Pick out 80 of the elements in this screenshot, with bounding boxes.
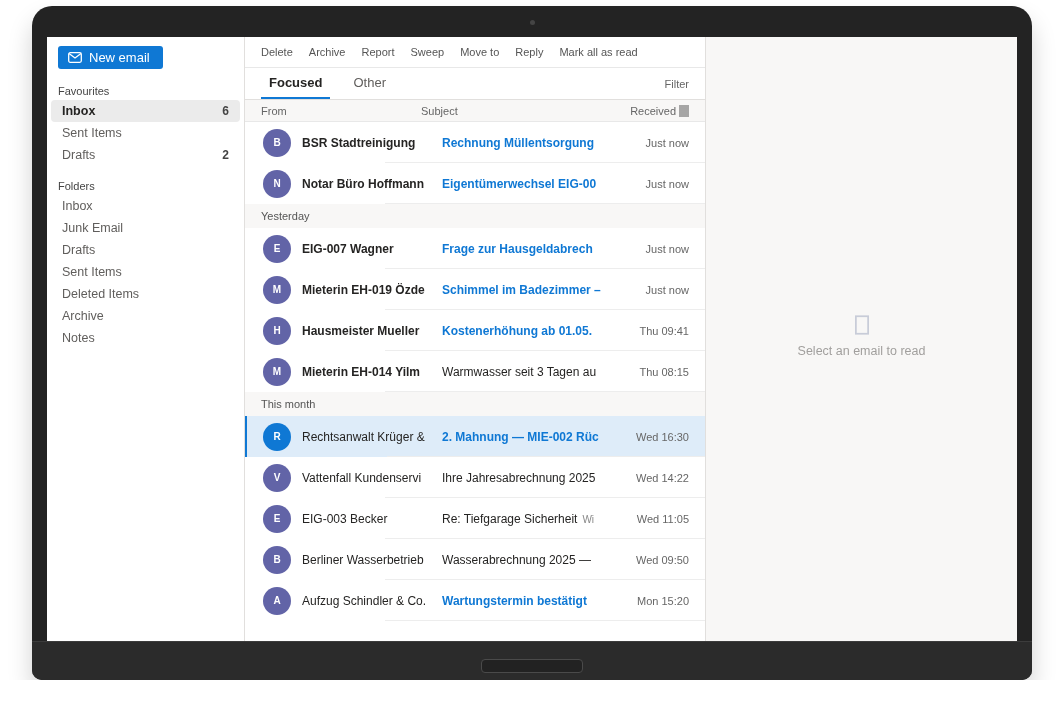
sender-name: Aufzug Schindler & Co. [302, 593, 428, 608]
received-time: Just now [645, 283, 689, 296]
avatar: H [263, 316, 291, 345]
preview-text: Wi [582, 513, 595, 525]
subject-text: Warmwasser seit 3 Tagen au [442, 364, 597, 379]
avatar: E [263, 504, 291, 533]
subject-text: Wasserabrechnung 2025 — [442, 552, 591, 567]
unread-count: 2 [222, 148, 229, 162]
avatar: M [263, 357, 291, 386]
document-icon [854, 314, 869, 335]
filter-button[interactable]: Filter [656, 68, 697, 99]
new-email-button[interactable]: New email [58, 46, 163, 69]
subject-text: Rechnung Müllentsorgung [442, 135, 594, 150]
empty-message: Select an email to read [797, 343, 926, 358]
folder-item[interactable]: Deleted Items [51, 283, 240, 305]
toolbar-button[interactable]: Archive [302, 46, 352, 58]
message-row[interactable]: R Rechtsanwalt Krüger & 2. Mahnung — MIE-002 Rüc Wed 16:30 [245, 416, 705, 457]
unread-count: 6 [222, 104, 229, 118]
group-heading: Yesterday [245, 204, 705, 228]
sender-name: BSR Stadtreinigung [302, 135, 417, 150]
avatar: M [263, 275, 291, 304]
section-heading: Favourites [57, 84, 111, 99]
avatar: B [263, 545, 291, 574]
received-time: Wed 16:30 [636, 430, 689, 443]
sender-name: Mieterin EH-019 Özde [302, 282, 426, 297]
camera-dot [530, 20, 535, 25]
received-time: Thu 08:15 [639, 365, 689, 378]
sender-name: EIG-007 Wagner [302, 241, 395, 256]
subject-text: Kostenerhöhung ab 01.05. [442, 323, 593, 338]
toolbar-button[interactable]: Delete [255, 46, 299, 58]
avatar: V [263, 463, 291, 492]
folder-item[interactable]: Junk Email [51, 217, 240, 239]
received-time: Just now [645, 242, 689, 255]
sender-name: Berliner Wasserbetrieb [302, 552, 425, 567]
sender-name: Hausmeister Mueller [302, 323, 421, 338]
folder-item[interactable]: Sent Items [51, 122, 240, 144]
avatar: B [263, 128, 291, 157]
column-heading[interactable]: Received [630, 104, 676, 117]
toolbar-button[interactable]: Mark all as read [553, 46, 644, 58]
toolbar-button[interactable]: Sweep [404, 46, 451, 58]
toolbar-button[interactable]: Reply [509, 46, 550, 58]
mail-icon [68, 52, 82, 63]
avatar: R [263, 422, 291, 451]
received-time: Wed 11:05 [636, 512, 689, 525]
folder-item[interactable]: Notes [51, 327, 240, 349]
sender-name: EIG-003 Becker [302, 511, 389, 526]
subject-text: Schimmel im Badezimmer – [442, 282, 601, 297]
section-heading: Folders [57, 179, 96, 194]
avatar: A [263, 586, 291, 615]
folder-item[interactable]: Drafts 2 [51, 144, 240, 166]
folder-item[interactable]: Inbox [51, 195, 240, 217]
folder-item[interactable]: Inbox 6 [51, 100, 240, 122]
subject-text: Re: Tiefgarage Sicherheit [442, 511, 578, 526]
tab[interactable]: Other [345, 68, 394, 99]
received-time: Wed 14:22 [636, 471, 689, 484]
toolbar-button[interactable]: Move to [454, 46, 506, 58]
folder-item[interactable]: Sent Items [51, 261, 240, 283]
subject-text: Eigentümerwechsel EIG-00 [442, 176, 597, 191]
subject-text: Wartungstermin bestätigt [442, 593, 587, 608]
sender-name: Vattenfall Kundenservi [302, 470, 423, 485]
subject-text: 2. Mahnung — MIE-002 Rüc [442, 429, 599, 444]
received-time: Wed 09:50 [636, 553, 689, 566]
subject-text: Frage zur Hausgeldabrech [442, 241, 593, 256]
sort-icon[interactable] [679, 104, 689, 117]
sender-name: Rechtsanwalt Krüger & [302, 429, 426, 444]
subject-text: Ihre Jahresabrechnung 2025 [442, 470, 596, 485]
avatar: E [263, 234, 291, 263]
received-time: Mon 15:20 [637, 594, 689, 607]
toolbar-button[interactable]: Report [355, 46, 401, 58]
folder-item[interactable]: Drafts [51, 239, 240, 261]
column-heading[interactable]: From [261, 104, 421, 117]
received-time: Thu 09:41 [639, 324, 689, 337]
avatar: N [263, 169, 291, 198]
group-heading: This month [245, 392, 705, 416]
sender-name: Notar Büro Hoffmann [302, 176, 425, 191]
sender-name: Mieterin EH-014 Yilm [302, 364, 422, 379]
received-time: Just now [645, 177, 689, 190]
received-time: Just now [645, 136, 689, 149]
folder-item[interactable]: Archive [51, 305, 240, 327]
column-heading[interactable]: Subject [421, 104, 631, 117]
